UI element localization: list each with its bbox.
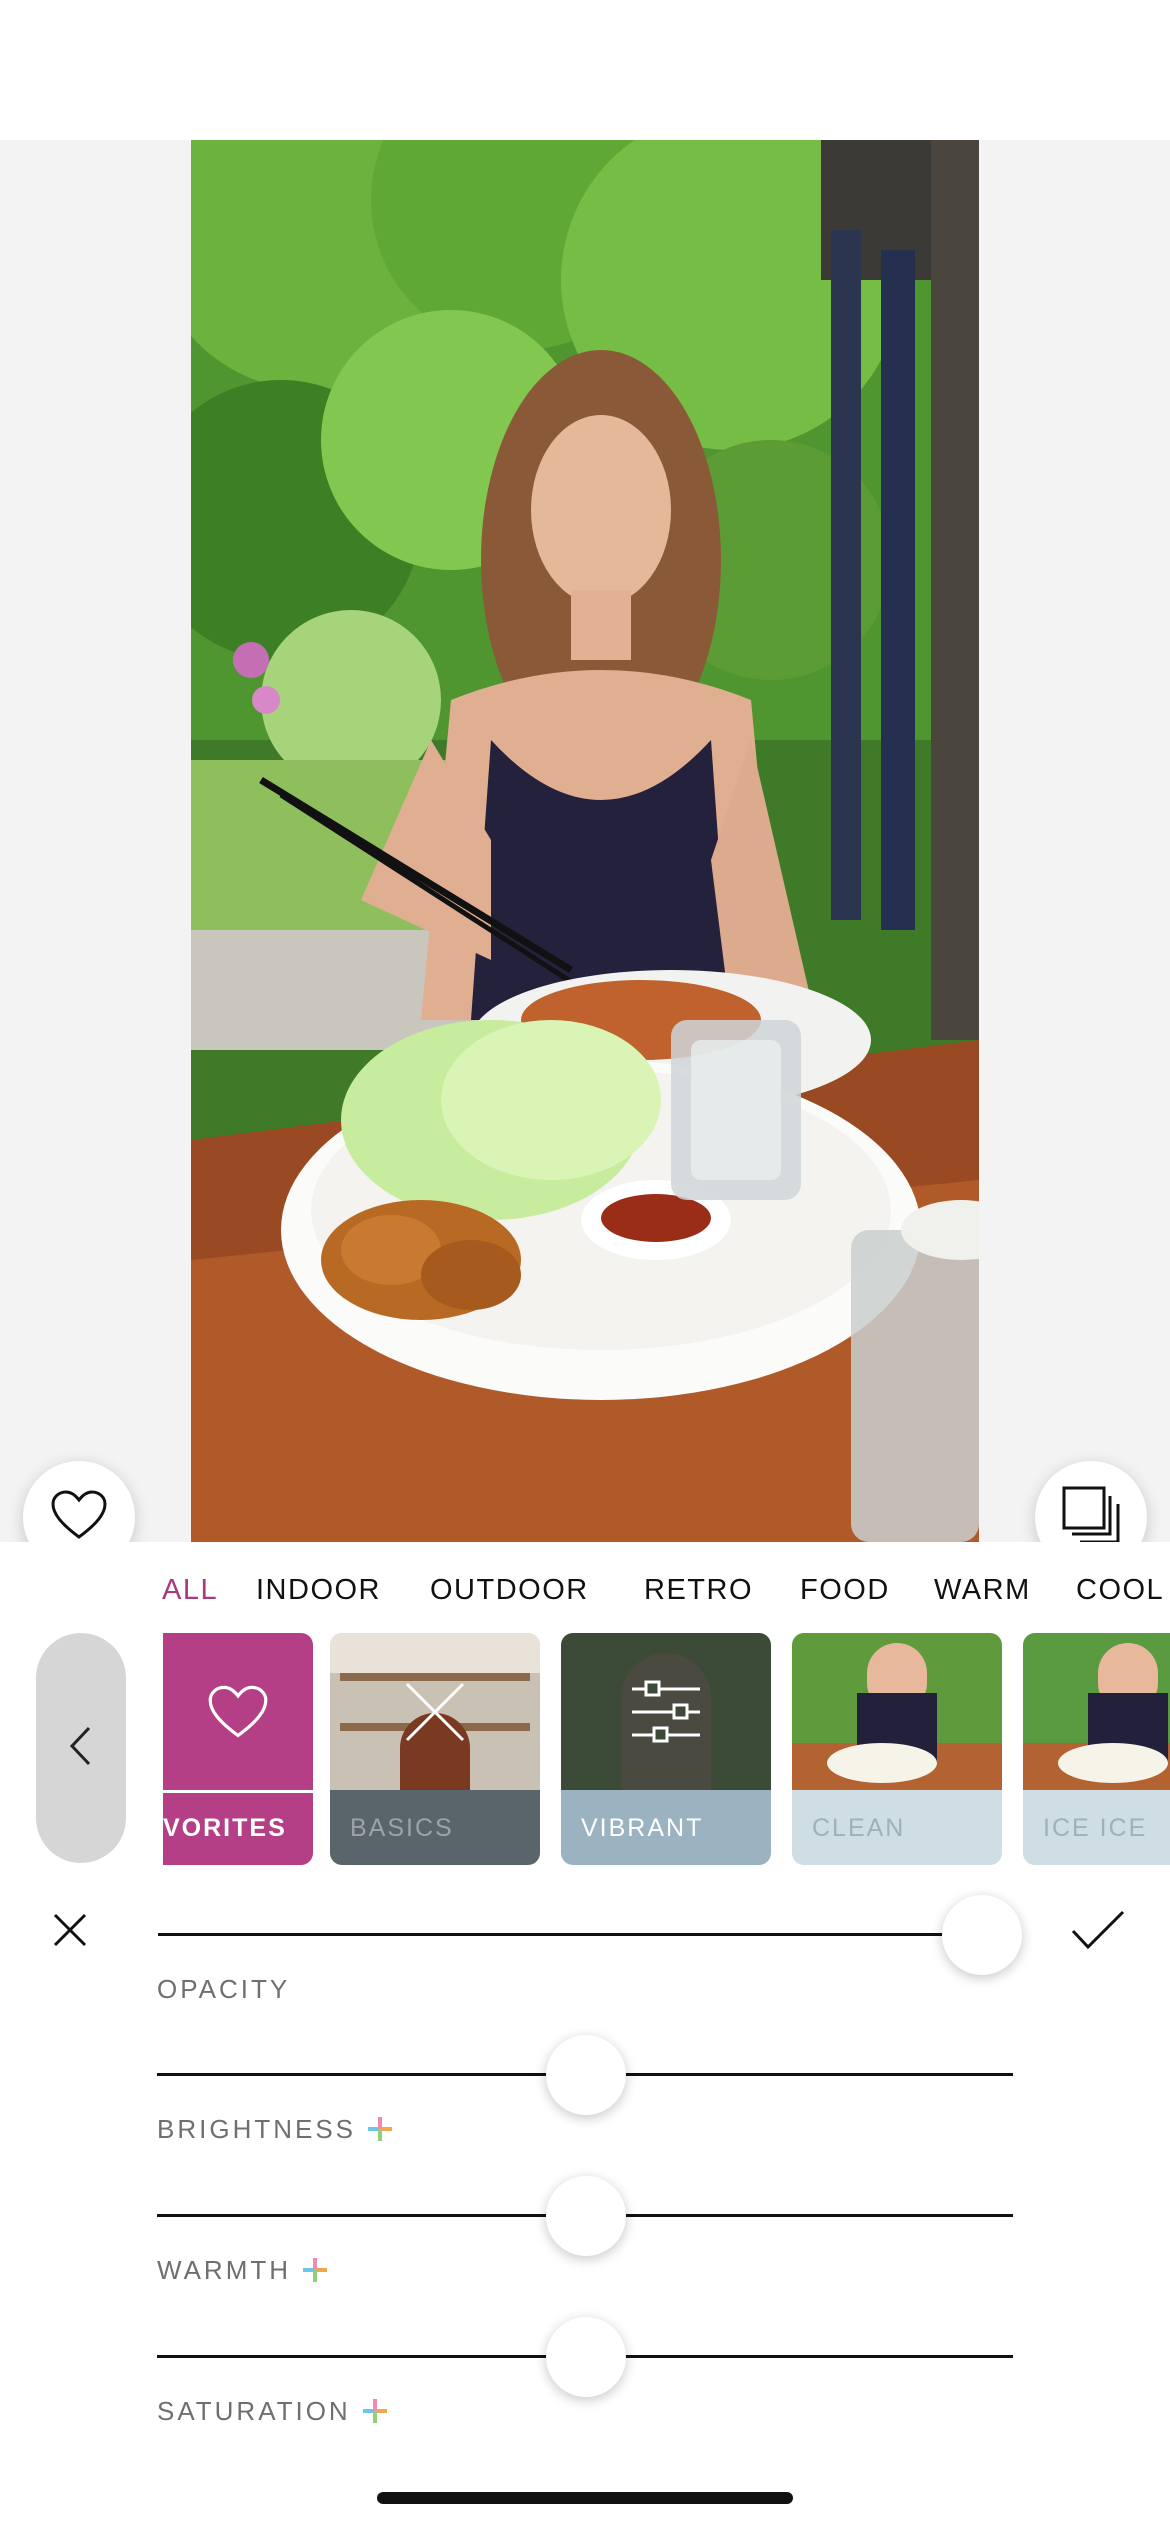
photo-preview[interactable]	[191, 140, 979, 1542]
heart-icon	[163, 1633, 313, 1790]
home-indicator	[377, 2492, 793, 2504]
plus-icon	[368, 2117, 393, 2141]
photo-canvas-area	[0, 140, 1170, 1542]
filter-label-clean: CLEAN	[812, 1814, 906, 1842]
filter-card-favorites[interactable]: VORITES	[163, 1633, 313, 1865]
opacity-slider-track[interactable]	[158, 1933, 981, 1936]
photo-image	[191, 140, 979, 1542]
brightness-label-text: BRIGHTNESS	[157, 2114, 357, 2144]
filter-label-vibrant: VIBRANT	[581, 1814, 704, 1842]
cancel-button[interactable]	[40, 1902, 100, 1962]
filter-card-ice-ice[interactable]: ICE ICE	[1023, 1633, 1170, 1865]
checkmark-icon	[1070, 1909, 1126, 1956]
tab-all[interactable]: ALL	[162, 1574, 218, 1607]
brightness-label: BRIGHTNESS	[157, 2114, 393, 2145]
tab-outdoor[interactable]: OUTDOOR	[430, 1574, 589, 1607]
filters-back-button[interactable]	[36, 1633, 126, 1863]
brightness-slider-thumb[interactable]	[546, 2035, 626, 2115]
tab-warm[interactable]: WARM	[934, 1574, 1031, 1607]
close-icon	[52, 1912, 88, 1953]
saturation-label: SATURATION	[157, 2396, 387, 2427]
saturation-label-text: SATURATION	[157, 2396, 351, 2426]
warmth-slider-thumb[interactable]	[546, 2176, 626, 2256]
favorite-button[interactable]	[23, 1461, 135, 1542]
saturation-slider-thumb[interactable]	[546, 2317, 626, 2397]
filter-label-ice-ice: ICE ICE	[1043, 1814, 1148, 1842]
warmth-label-text: WARMTH	[157, 2255, 292, 2285]
opacity-label-text: OPACITY	[157, 1974, 291, 2004]
tab-retro[interactable]: RETRO	[644, 1574, 753, 1607]
plus-icon	[303, 2258, 328, 2282]
filter-card-basics[interactable]: BASICS	[330, 1633, 540, 1865]
filter-card-clean[interactable]: CLEAN	[792, 1633, 1002, 1865]
tab-food[interactable]: FOOD	[800, 1574, 890, 1607]
x-icon	[330, 1633, 540, 1790]
opacity-slider-thumb[interactable]	[942, 1895, 1022, 1975]
heart-icon	[50, 1489, 108, 1543]
sliders-icon	[561, 1633, 771, 1790]
apply-button[interactable]	[1066, 1902, 1130, 1962]
layers-button[interactable]	[1035, 1461, 1147, 1542]
filter-strip: VORITES BASICS VIBRANT CLEAN ICE ICE	[163, 1633, 1170, 1865]
layers-icon	[1060, 1484, 1122, 1542]
warmth-label: WARMTH	[157, 2255, 328, 2286]
opacity-label: OPACITY	[157, 1974, 290, 2005]
plus-icon	[362, 2399, 387, 2423]
filter-card-vibrant[interactable]: VIBRANT	[561, 1633, 771, 1865]
chevron-left-icon	[67, 1724, 95, 1773]
tab-cool[interactable]: COOL	[1076, 1574, 1164, 1607]
tab-indoor[interactable]: INDOOR	[256, 1574, 381, 1607]
filter-category-tabs: ALL INDOOR OUTDOOR RETRO FOOD WARM COOL	[0, 1560, 1170, 1620]
filter-label-favorites: VORITES	[163, 1814, 287, 1842]
filter-label-basics: BASICS	[350, 1814, 454, 1842]
